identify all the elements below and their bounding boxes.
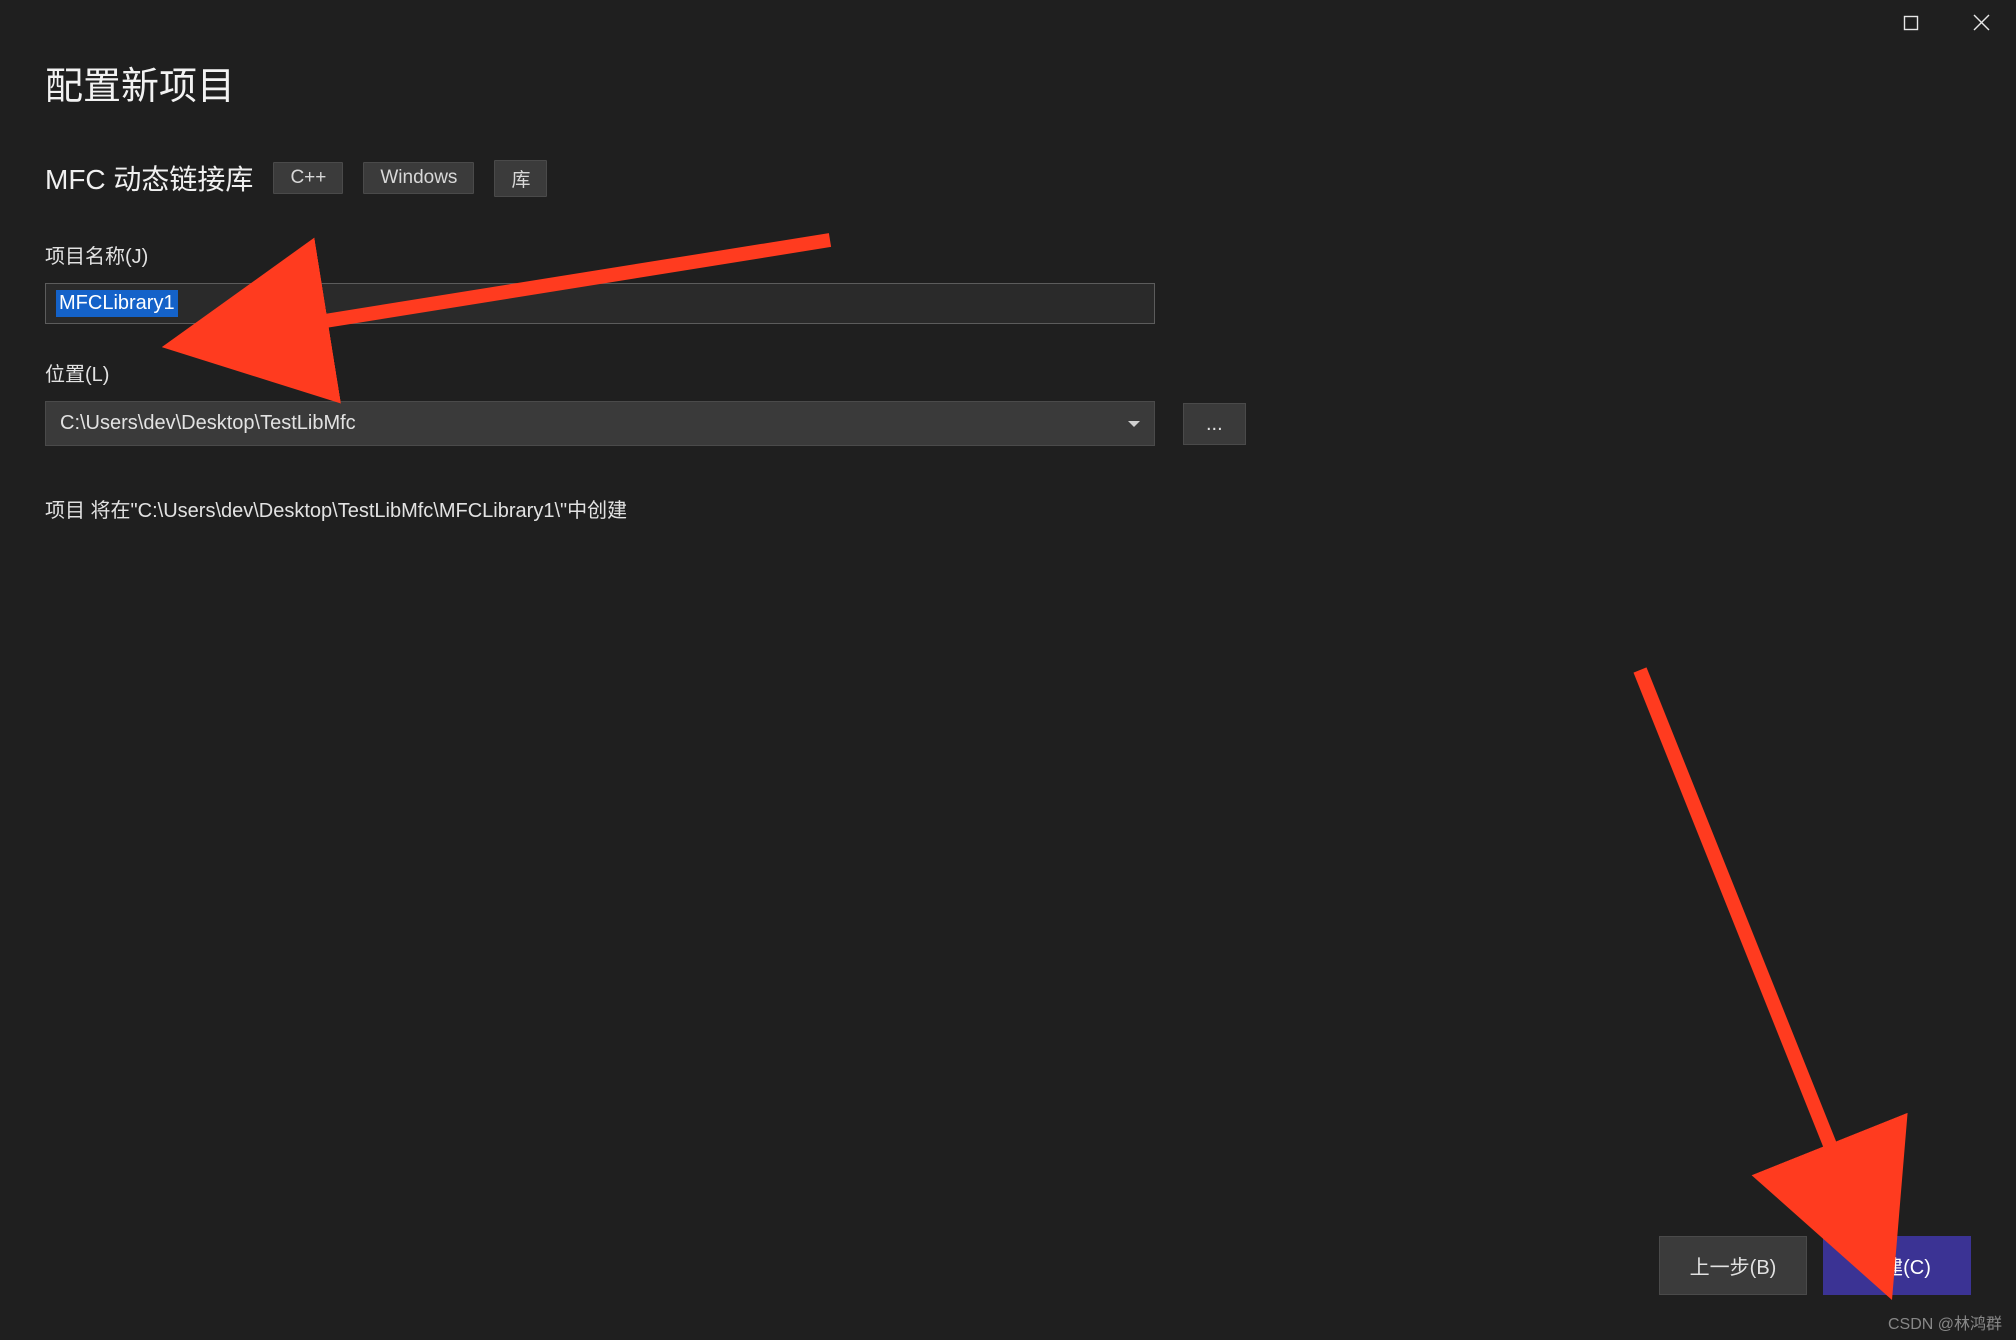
tag-library: 库 <box>494 160 547 197</box>
subtitle-row: MFC 动态链接库 C++ Windows 库 <box>45 158 1971 198</box>
tag-windows: Windows <box>363 162 474 194</box>
watermark-text: CSDN @林鸿群 <box>1888 1310 2002 1334</box>
project-name-label: 项目名称(J) <box>45 240 1971 269</box>
page-title: 配置新项目 <box>45 55 1971 110</box>
creation-path-info: 项目 将在"C:\Users\dev\Desktop\TestLibMfc\MF… <box>45 494 1971 523</box>
location-select[interactable]: C:\Users\dev\Desktop\TestLibMfc <box>45 401 1155 446</box>
project-name-input[interactable]: MFCLibrary1 <box>45 283 1155 324</box>
back-button[interactable]: 上一步(B) <box>1659 1236 1807 1295</box>
create-button[interactable]: 创建(C) <box>1823 1236 1971 1295</box>
project-name-value: MFCLibrary1 <box>56 290 178 317</box>
browse-button[interactable]: ... <box>1183 403 1246 445</box>
subtitle-text: MFC 动态链接库 <box>45 158 253 198</box>
location-value: C:\Users\dev\Desktop\TestLibMfc <box>60 412 356 435</box>
chevron-down-icon <box>1128 421 1140 427</box>
maximize-button[interactable] <box>1876 0 1946 45</box>
location-label: 位置(L) <box>45 358 1971 387</box>
tag-cpp: C++ <box>273 162 343 194</box>
close-button[interactable] <box>1946 0 2016 45</box>
